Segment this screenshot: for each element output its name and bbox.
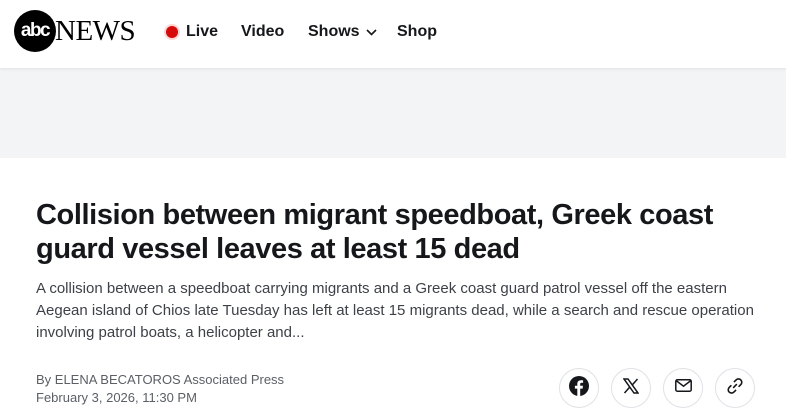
share-email-button[interactable] [663,368,703,408]
nav-shop-label: Shop [397,23,437,40]
x-icon [622,377,640,399]
share-x-button[interactable] [611,368,651,408]
nav-live-label: Live [186,23,219,40]
link-icon [726,377,744,400]
top-navigation: abc NEWS Live Video Shows Shop [0,0,786,68]
chevron-down-icon [365,28,377,36]
nav-shows-label: Shows [308,23,360,40]
share-facebook-button[interactable] [559,368,599,408]
nav-shop[interactable]: Shop [397,22,437,42]
nav-live[interactable]: Live [166,22,218,42]
article-headline: Collision between migrant speedboat, Gre… [36,199,713,265]
article-byline: By ELENA BECATOROS Associated Press [36,372,285,387]
nav-video[interactable]: Video [241,22,284,42]
article-timestamp: February 3, 2026, 11:30 PM [36,390,197,405]
abc-news-logo[interactable]: abc NEWS [14,10,136,52]
mail-icon [674,379,692,397]
ad-placeholder [0,68,786,158]
nav-shows[interactable]: Shows [308,22,377,42]
live-dot-icon [166,26,178,38]
facebook-icon [569,375,589,401]
copy-link-button[interactable] [715,368,755,408]
abc-logo-mark: abc [14,10,56,52]
news-wordmark: NEWS [55,14,136,47]
nav-video-label: Video [241,23,285,40]
article-summary: A collision between a speedboat carrying… [36,280,754,341]
